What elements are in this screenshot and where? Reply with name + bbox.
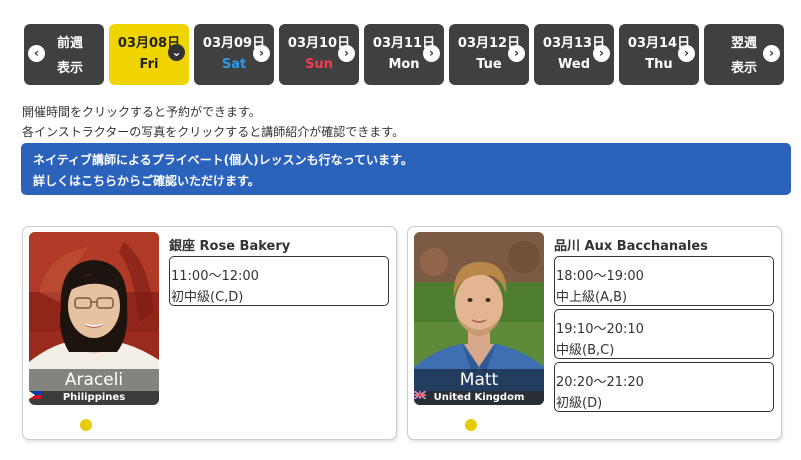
instructor-country: United Kingdom bbox=[414, 391, 544, 405]
tab-sublabel: 表示 bbox=[56, 61, 83, 76]
slot-time: 18:00〜19:00 bbox=[556, 269, 644, 284]
instructor-photo[interactable]: Matt United Kingdom bbox=[414, 232, 544, 405]
instruction-photo: 各インストラクターの写真をクリックすると講師紹介が確認できます。 bbox=[22, 125, 405, 139]
slot-time: 11:00〜12:00 bbox=[171, 269, 259, 284]
instructor-card: Matt United Kingdom 品川 Aux Bacchanales 1… bbox=[407, 226, 782, 440]
instructor-name: Matt bbox=[414, 369, 544, 391]
tab-day-0314[interactable]: 03月14日 Thu › bbox=[619, 24, 699, 85]
chevron-right-icon: › bbox=[593, 45, 610, 62]
time-slot[interactable]: 11:00〜12:00 初中級(C,D) bbox=[169, 256, 389, 306]
date-tabs: ‹ 前週 表示 03月08日 Fri ⌄ 03月09日 Sat › 03月10日… bbox=[24, 24, 789, 85]
country-label: United Kingdom bbox=[433, 392, 525, 403]
venue-title: 銀座 Rose Bakery bbox=[169, 239, 291, 254]
chevron-right-icon: › bbox=[763, 45, 780, 62]
instructor-name: Araceli bbox=[29, 369, 159, 391]
tab-day-0313[interactable]: 03月13日 Wed › bbox=[534, 24, 614, 85]
instructor-country: Philippines bbox=[29, 391, 159, 405]
venue-title: 品川 Aux Bacchanales bbox=[554, 239, 708, 254]
country-label: Philippines bbox=[62, 392, 126, 403]
private-lesson-banner[interactable]: ネイティブ講師によるプライベート(個人)レッスンも行なっています。 詳しくはこち… bbox=[21, 143, 791, 195]
united-kingdom-flag-icon bbox=[414, 391, 426, 399]
slot-time: 20:20〜21:20 bbox=[556, 375, 644, 390]
tab-label: 前週 bbox=[56, 36, 83, 51]
slot-level: 初級(D) bbox=[556, 396, 603, 411]
tab-day-0309[interactable]: 03月09日 Sat › bbox=[194, 24, 274, 85]
time-slot[interactable]: 20:20〜21:20 初級(D) bbox=[554, 362, 774, 412]
chevron-right-icon: › bbox=[338, 45, 355, 62]
banner-line-2: 詳しくはこちらからご確認いただけます。 bbox=[33, 174, 260, 188]
slot-level: 中級(B,C) bbox=[556, 343, 615, 358]
chevron-right-icon: › bbox=[508, 45, 525, 62]
tab-prev-week[interactable]: ‹ 前週 表示 bbox=[24, 24, 104, 85]
slot-time: 19:10〜20:10 bbox=[556, 322, 644, 337]
slot-level: 初中級(C,D) bbox=[171, 290, 244, 305]
slot-level: 中上級(A,B) bbox=[556, 290, 628, 305]
status-dot bbox=[465, 419, 477, 431]
time-slot[interactable]: 18:00〜19:00 中上級(A,B) bbox=[554, 256, 774, 306]
tab-next-week[interactable]: 翌週 表示 › bbox=[704, 24, 784, 85]
time-slot[interactable]: 19:10〜20:10 中級(B,C) bbox=[554, 309, 774, 359]
tab-day-0308[interactable]: 03月08日 Fri ⌄ bbox=[109, 24, 189, 85]
tab-day-0311[interactable]: 03月11日 Mon › bbox=[364, 24, 444, 85]
chevron-down-icon: ⌄ bbox=[168, 44, 185, 61]
chevron-right-icon: › bbox=[423, 45, 440, 62]
instruction-booking: 開催時間をクリックすると予約ができます。 bbox=[22, 105, 261, 119]
instructor-photo[interactable]: Araceli Philippines bbox=[29, 232, 159, 405]
chevron-right-icon: › bbox=[678, 45, 695, 62]
chevron-right-icon: › bbox=[253, 45, 270, 62]
philippines-flag-icon bbox=[29, 391, 41, 399]
tab-day-0312[interactable]: 03月12日 Tue › bbox=[449, 24, 529, 85]
instructor-card: Araceli Philippines 銀座 Rose Bakery 11:00… bbox=[22, 226, 397, 440]
tab-day-0310[interactable]: 03月10日 Sun › bbox=[279, 24, 359, 85]
banner-line-1: ネイティブ講師によるプライベート(個人)レッスンも行なっています。 bbox=[33, 153, 413, 167]
status-dot bbox=[80, 419, 92, 431]
